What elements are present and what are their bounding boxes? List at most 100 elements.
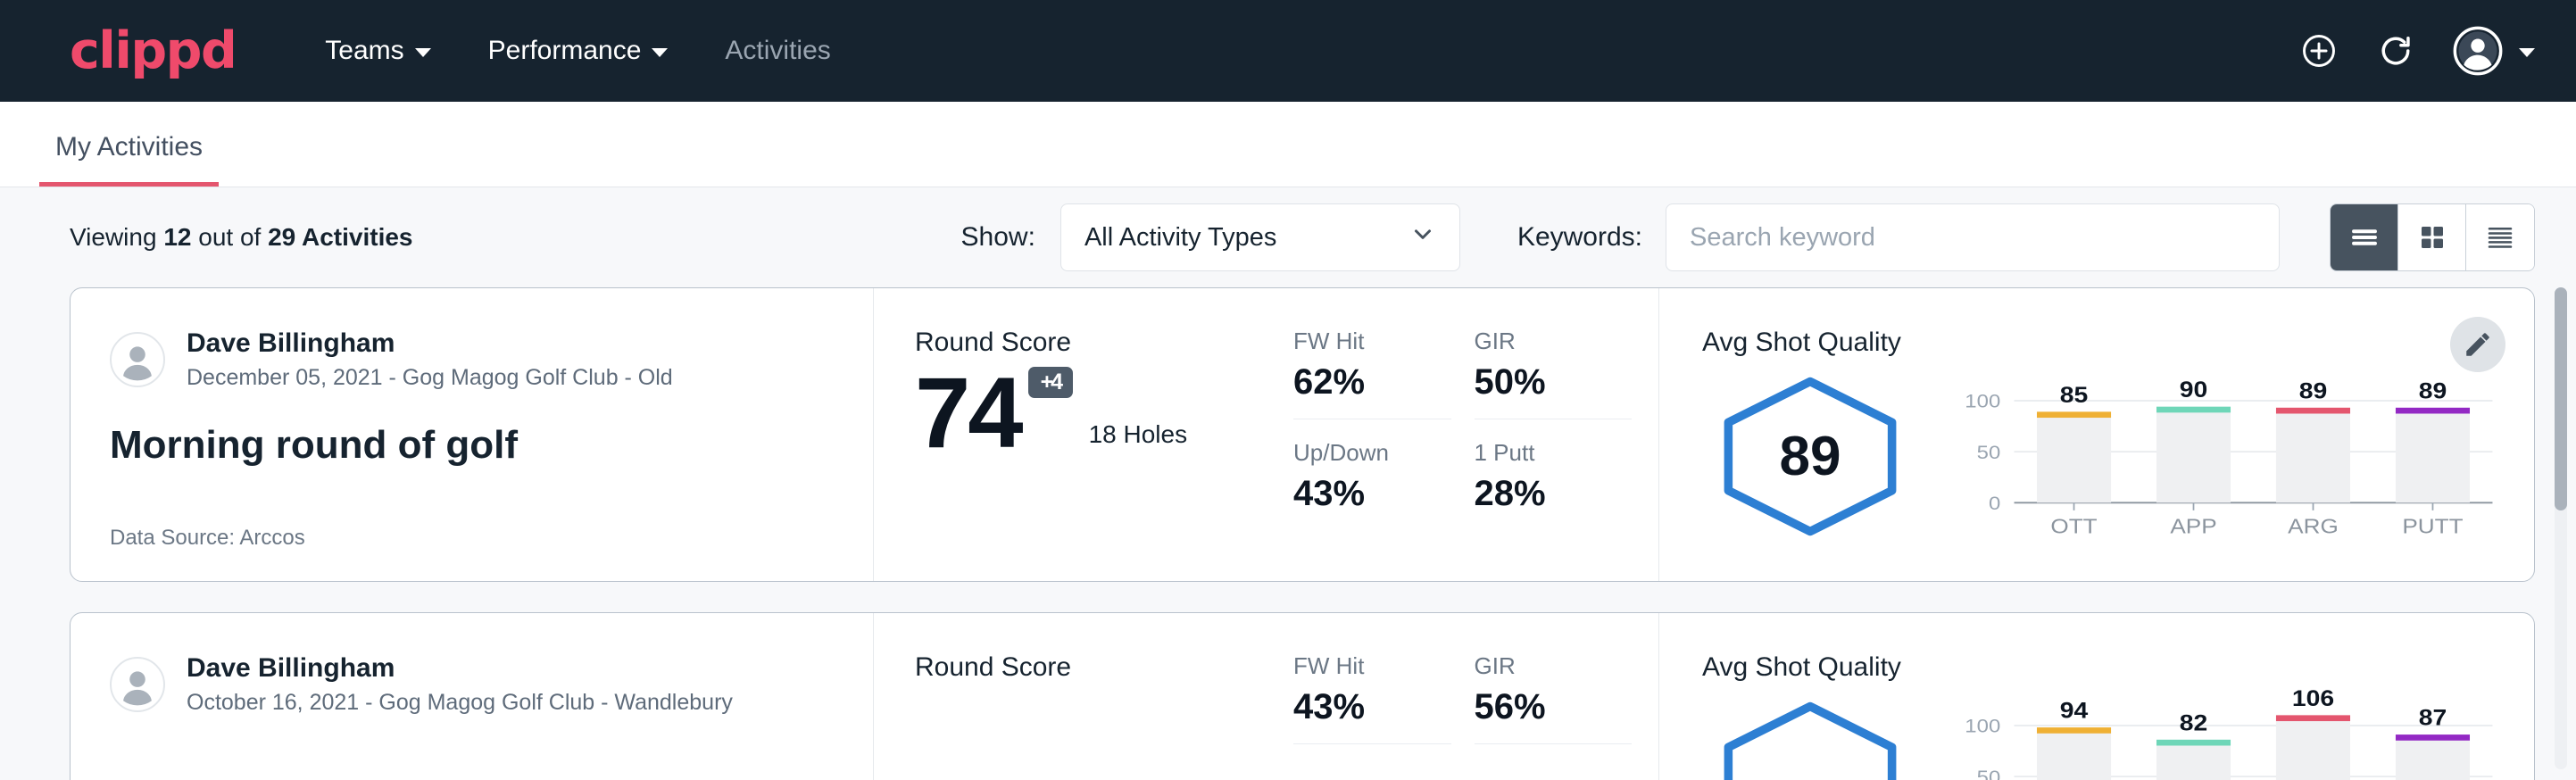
viewing-count: 12	[163, 223, 191, 251]
round-score-row: 74 +4 18 Holes	[915, 363, 1293, 463]
stat-fw-hit-value: 43%	[1293, 687, 1451, 727]
tab-strip: My Activities	[0, 102, 2576, 187]
round-score-number: 74	[915, 357, 1021, 469]
stat-up-down-value: 43%	[1293, 474, 1451, 514]
svg-text:106: 106	[2292, 690, 2334, 710]
stat-fw-hit-label: FW Hit	[1293, 652, 1451, 680]
score-differential-badge: +4	[1028, 367, 1074, 398]
nav-item-performance[interactable]: Performance	[485, 29, 672, 73]
shot-quality-chart: 05010085OTT90APP89ARG89PUTT	[1954, 365, 2498, 548]
nav-item-teams-label: Teams	[325, 36, 403, 66]
activity-type-select-value: All Activity Types	[1084, 223, 1276, 253]
avg-shot-quality-body: 05010094OTT82APP106ARG87PUTT	[1702, 686, 2498, 780]
stat-gir-value: 56%	[1475, 687, 1633, 727]
navbar-actions	[2299, 26, 2535, 76]
plus-circle-icon[interactable]	[2299, 31, 2339, 71]
svg-text:100: 100	[1965, 391, 2000, 411]
clippd-logo[interactable]: clippd	[70, 21, 236, 80]
refresh-icon[interactable]	[2376, 31, 2415, 71]
chevron-down-icon	[652, 48, 668, 57]
stat-gir: GIR 56%	[1475, 652, 1633, 744]
edit-activity-button[interactable]	[2450, 317, 2505, 372]
viewing-total: 29 Activities	[268, 223, 412, 251]
svg-text:OTT: OTT	[2050, 516, 2097, 538]
activity-summary: Dave Billingham December 05, 2021 - Gog …	[71, 288, 874, 581]
person-name: Dave Billingham	[187, 652, 733, 685]
pencil-icon	[2463, 329, 2493, 360]
stat-gir-label: GIR	[1475, 652, 1633, 680]
avg-shot-quality-section: Avg Shot Quality 05010094OTT82APP106ARG8…	[1659, 613, 2534, 780]
svg-text:89: 89	[2299, 378, 2328, 402]
viewing-count-text: Viewing 12 out of 29 Activities	[70, 223, 413, 252]
svg-text:0: 0	[1989, 493, 2000, 513]
view-mode-toggle	[2330, 203, 2535, 271]
account-menu[interactable]	[2453, 26, 2535, 76]
data-source-label: Data Source: Arccos	[110, 526, 834, 551]
stat-gir-value: 50%	[1475, 362, 1633, 402]
stat-up-down: Up/Down 43%	[1293, 439, 1451, 530]
avg-shot-quality-body: 89 05010085OTT90APP89ARG89PUTT	[1702, 361, 2498, 551]
svg-text:90: 90	[2180, 377, 2208, 402]
nav-item-activities-label: Activities	[725, 36, 830, 66]
svg-text:89: 89	[2419, 378, 2447, 402]
round-score-value: 74 +4	[915, 363, 1021, 463]
show-label: Show:	[961, 222, 1035, 253]
activity-meta: December 05, 2021 - Gog Magog Golf Club …	[187, 365, 673, 391]
svg-text:100: 100	[1965, 716, 2000, 736]
view-mode-list-button[interactable]	[2331, 204, 2398, 270]
stat-up-down-label: Up/Down	[1293, 439, 1451, 467]
primary-nav: Teams Performance Activities	[321, 29, 834, 73]
stat-gir: GIR 50%	[1475, 328, 1633, 419]
activity-summary: Dave Billingham October 16, 2021 - Gog M…	[71, 613, 874, 780]
activity-type-select[interactable]: All Activity Types	[1060, 203, 1460, 271]
chevron-down-icon	[415, 48, 431, 57]
stat-one-putt-label: 1 Putt	[1475, 439, 1633, 467]
round-score-label: Round Score	[915, 328, 1293, 358]
holes-label: 18 Holes	[1089, 420, 1188, 463]
round-score-section: Round Score	[874, 613, 1293, 780]
svg-text:ARG: ARG	[2288, 516, 2339, 538]
shot-quality-chart: 05010094OTT82APP106ARG87PUTT	[1954, 690, 2498, 780]
nav-item-activities[interactable]: Activities	[721, 29, 834, 73]
chevron-down-icon	[2519, 48, 2535, 57]
viewing-mid: out of	[191, 223, 268, 251]
activity-title: Morning round of golf	[110, 423, 834, 468]
nav-item-performance-label: Performance	[488, 36, 642, 66]
person-row: Dave Billingham October 16, 2021 - Gog M…	[110, 652, 834, 716]
stat-gir-label: GIR	[1475, 328, 1633, 355]
quality-hexagon-value: 89	[1716, 374, 1904, 539]
svg-text:50: 50	[1977, 767, 2001, 780]
svg-text:87: 87	[2419, 705, 2447, 730]
search-input[interactable]	[1666, 203, 2280, 271]
tab-my-activities[interactable]: My Activities	[39, 132, 219, 187]
account-avatar-icon	[2453, 26, 2503, 76]
keywords-label: Keywords:	[1517, 222, 1642, 253]
avg-shot-quality-label: Avg Shot Quality	[1702, 652, 2498, 683]
svg-text:94: 94	[2060, 698, 2089, 723]
avatar	[110, 332, 165, 387]
avatar	[110, 657, 165, 712]
chevron-down-icon	[1409, 220, 1436, 254]
stat-one-putt: 1 Putt 28%	[1475, 439, 1633, 530]
stat-fw-hit-value: 62%	[1293, 362, 1451, 402]
stat-fw-hit: FW Hit 43%	[1293, 652, 1451, 744]
activity-card[interactable]: Dave Billingham December 05, 2021 - Gog …	[70, 287, 2535, 582]
activity-list[interactable]: Dave Billingham December 05, 2021 - Gog …	[0, 287, 2576, 780]
person-name: Dave Billingham	[187, 328, 673, 360]
nav-item-teams[interactable]: Teams	[321, 29, 434, 73]
view-mode-compact-button[interactable]	[2466, 204, 2534, 270]
avg-shot-quality-label: Avg Shot Quality	[1702, 328, 2498, 358]
view-mode-grid-button[interactable]	[2398, 204, 2466, 270]
page-scrollbar-thumb[interactable]	[2555, 287, 2567, 510]
top-navbar: clippd Teams Performance Activities	[0, 0, 2576, 102]
filter-controls: Show: All Activity Types Keywords:	[961, 203, 2535, 271]
activity-meta: October 16, 2021 - Gog Magog Golf Club -…	[187, 690, 733, 716]
round-score-label: Round Score	[915, 652, 1293, 683]
svg-text:50: 50	[1977, 442, 2001, 462]
page-scrollbar[interactable]	[2555, 287, 2567, 769]
stat-fw-hit: FW Hit 62%	[1293, 328, 1451, 419]
viewing-prefix: Viewing	[70, 223, 163, 251]
round-score-section: Round Score 74 +4 18 Holes	[874, 288, 1293, 581]
activity-card[interactable]: Dave Billingham October 16, 2021 - Gog M…	[70, 612, 2535, 780]
round-stats: FW Hit 43% GIR 56%	[1293, 613, 1659, 780]
